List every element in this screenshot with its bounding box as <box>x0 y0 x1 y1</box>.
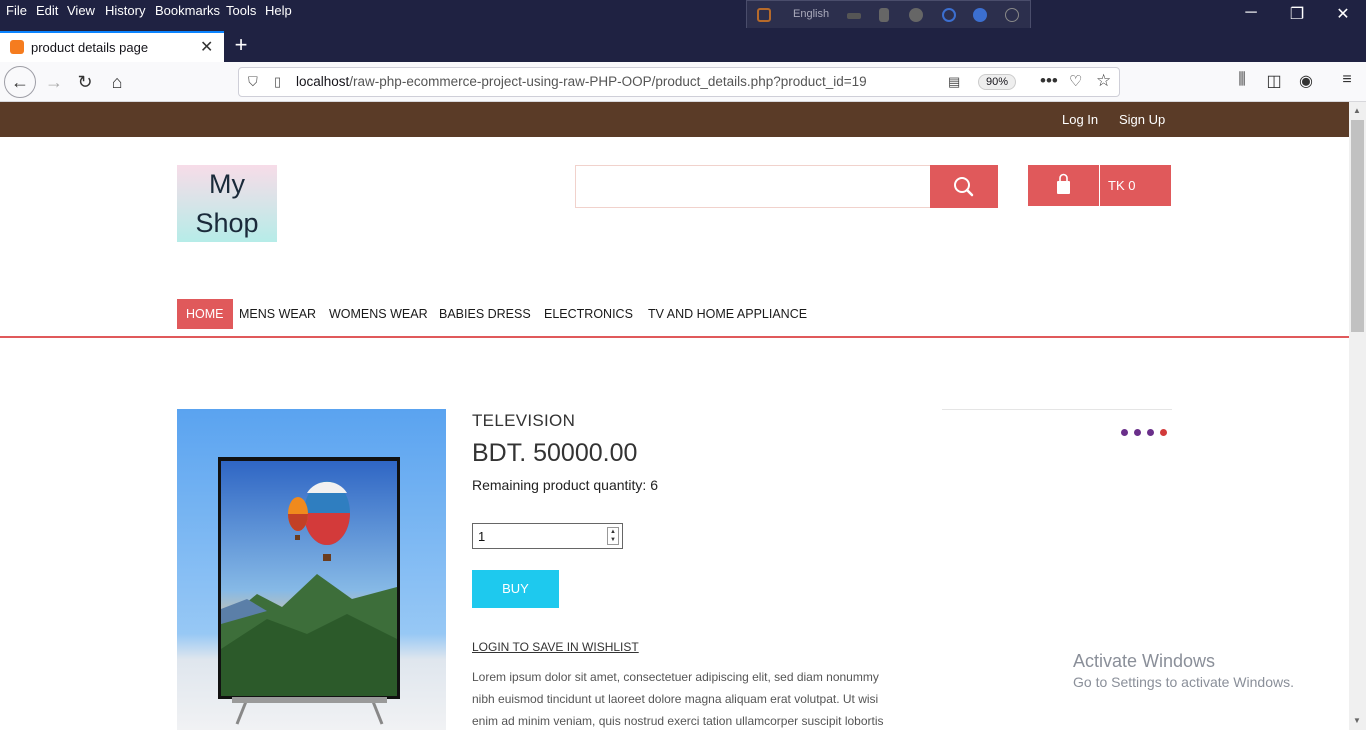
dot <box>1160 429 1167 436</box>
logo-line-2: Shop <box>195 208 259 238</box>
forward-button[interactable]: → <box>40 68 68 96</box>
cart-button[interactable] <box>1028 165 1099 206</box>
login-link[interactable]: Log In <box>1062 112 1098 127</box>
nav-babies-dress[interactable]: BABIES DRESS <box>439 299 531 329</box>
home-button[interactable]: ⌂ <box>103 68 131 96</box>
tab-product-details[interactable]: product details page ✕ <box>0 31 224 62</box>
shield-icon[interactable]: ⛉ <box>248 74 258 90</box>
browser-toolbar: ← → ↻ ⌂ ⛉ ▯ localhost/raw-php-ecommerce-… <box>0 62 1366 102</box>
windows-activation-watermark: Activate Windows Go to Settings to activ… <box>1073 651 1294 690</box>
signup-link[interactable]: Sign Up <box>1119 112 1165 127</box>
loading-dots <box>1121 423 1173 441</box>
reader-view-icon[interactable]: ▤ <box>948 74 960 90</box>
description-line: nibh euismod tincidunt ut laoreet dolore… <box>472 692 879 706</box>
scroll-up-arrow-icon[interactable]: ▲ <box>1353 106 1361 115</box>
page-actions-icon[interactable]: ••• <box>1040 71 1058 91</box>
minimize-icon[interactable]: ─ <box>1228 4 1274 22</box>
dot <box>1147 429 1154 436</box>
dot <box>1134 429 1141 436</box>
spinner-arrows-icon[interactable]: ▲ ▼ <box>607 527 619 545</box>
chess-icon[interactable] <box>879 8 889 22</box>
logo-line-1: My <box>209 169 245 199</box>
menu-edit[interactable]: Edit <box>36 3 58 18</box>
menu-tools[interactable]: Tools <box>226 3 256 18</box>
menu-file[interactable]: File <box>6 3 27 18</box>
close-window-icon[interactable]: ✕ <box>1320 4 1366 24</box>
browser-menubar: File Edit View History Bookmarks Tools H… <box>0 0 1366 29</box>
menu-help[interactable]: Help <box>265 3 292 18</box>
library-icon[interactable]: ⫼ <box>1231 71 1253 89</box>
scrollbar-thumb[interactable] <box>1351 120 1364 332</box>
bookmark-star-icon[interactable]: ☆ <box>1096 71 1111 91</box>
menu-history[interactable]: History <box>105 3 145 18</box>
account-icon[interactable]: ◉ <box>1295 71 1317 91</box>
extension-toolbar: English <box>746 0 1031 29</box>
tab-close-icon[interactable]: ✕ <box>200 37 213 57</box>
shopping-bag-icon <box>1057 173 1070 194</box>
search-button[interactable] <box>930 165 998 208</box>
sidebar-icon[interactable]: ◫ <box>1263 71 1285 91</box>
nav-womens-wear[interactable]: WOMENS WEAR <box>329 299 428 329</box>
menu-bookmarks[interactable]: Bookmarks <box>155 3 220 18</box>
hat-icon[interactable] <box>847 13 861 19</box>
nav-divider <box>0 336 1349 338</box>
help-icon[interactable] <box>973 8 987 22</box>
url-bar[interactable]: ⛉ ▯ localhost/raw-php-ecommerce-project-… <box>238 67 1120 97</box>
site-top-bar: Log In Sign Up <box>0 102 1349 137</box>
menu-view[interactable]: View <box>67 3 95 18</box>
sidebar-divider <box>942 409 1172 410</box>
page-info-icon[interactable]: ▯ <box>274 74 281 90</box>
television-image <box>218 457 400 725</box>
nav-mens-wear[interactable]: MENS WEAR <box>239 299 316 329</box>
description-line: enim ad minim veniam, quis nostrud exerc… <box>472 714 884 728</box>
cart-total[interactable]: TK 0 <box>1100 165 1171 206</box>
page-scrollbar[interactable]: ▲ ▼ <box>1349 102 1366 730</box>
search-input[interactable] <box>575 165 931 208</box>
watermark-subtitle: Go to Settings to activate Windows. <box>1073 674 1294 690</box>
nav-home[interactable]: HOME <box>177 299 233 329</box>
restore-icon[interactable]: ❐ <box>1274 4 1320 24</box>
buy-button[interactable]: BUY <box>472 570 559 608</box>
dot <box>1121 429 1128 436</box>
back-button[interactable]: ← <box>4 66 36 98</box>
info-icon[interactable] <box>1005 8 1019 22</box>
description-line: Lorem ipsum dolor sit amet, consectetuer… <box>472 670 879 684</box>
xampp-icon[interactable] <box>757 8 771 22</box>
reload-button[interactable]: ↻ <box>71 68 99 96</box>
url-text[interactable]: localhost/raw-php-ecommerce-project-usin… <box>296 74 867 89</box>
pocket-icon[interactable]: ♡ <box>1069 72 1082 90</box>
hamburger-menu-icon[interactable]: ≡ <box>1336 71 1358 89</box>
search-icon <box>954 177 974 197</box>
nav-tv-home-appliance[interactable]: TV AND HOME APPLIANCE <box>648 299 807 329</box>
quantity-value: 1 <box>478 529 486 544</box>
scroll-down-arrow-icon[interactable]: ▼ <box>1353 716 1361 725</box>
zoom-level[interactable]: 90% <box>978 74 1017 90</box>
nav-electronics[interactable]: ELECTRONICS <box>544 299 633 329</box>
product-name: TELEVISION <box>472 411 576 430</box>
quantity-stepper[interactable]: 1 ▲ ▼ <box>472 523 623 549</box>
product-image <box>177 409 446 730</box>
language-selector[interactable]: English <box>793 8 829 20</box>
ie-icon[interactable] <box>942 8 956 22</box>
product-remaining-quantity: Remaining product quantity: 6 <box>472 477 658 493</box>
new-tab-button[interactable]: + <box>230 32 252 58</box>
site-logo[interactable]: My Shop <box>177 165 277 242</box>
wishlist-login-link[interactable]: LOGIN TO SAVE IN WISHLIST <box>472 640 639 654</box>
product-price: BDT. 50000.00 <box>472 439 638 467</box>
xampp-favicon-icon <box>10 40 24 54</box>
tab-title: product details page <box>31 40 149 55</box>
product-description: Lorem ipsum dolor sit amet, consectetuer… <box>472 666 912 732</box>
watermark-title: Activate Windows <box>1073 651 1216 671</box>
gear-icon[interactable] <box>909 8 923 22</box>
